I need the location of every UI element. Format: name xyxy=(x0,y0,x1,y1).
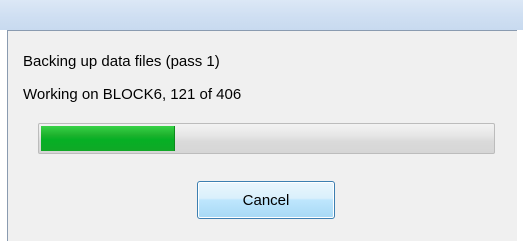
title-bar[interactable] xyxy=(0,0,523,30)
progress-bar xyxy=(38,123,495,154)
dialog-window: Backing up data files (pass 1) Working o… xyxy=(0,0,523,241)
progress-fill xyxy=(41,126,176,151)
status-text-pass: Backing up data files (pass 1) xyxy=(23,53,220,70)
dialog-body: Backing up data files (pass 1) Working o… xyxy=(7,30,517,241)
cancel-button[interactable]: Cancel xyxy=(197,181,335,219)
progress-track xyxy=(41,126,492,151)
status-text-progress: Working on BLOCK6, 121 of 406 xyxy=(23,86,242,103)
